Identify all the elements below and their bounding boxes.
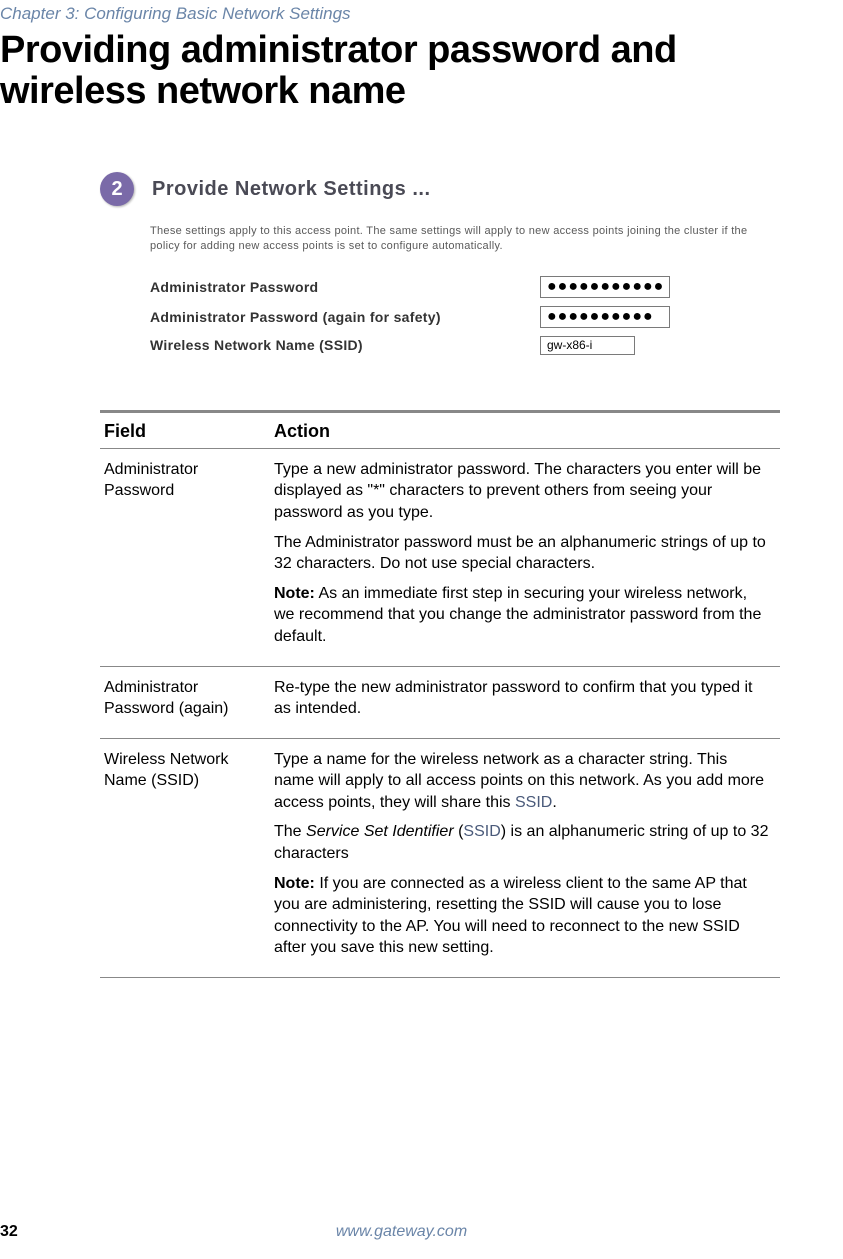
note-label: Note: [274,875,315,892]
note-label: Note: [274,585,315,602]
chapter-heading: Chapter 3: Configuring Basic Network Set… [0,0,803,24]
page-title: Providing administrator password and wir… [0,30,803,112]
table-cell-action: Re-type the new administrator password t… [270,666,780,738]
table-header-row: Field Action [100,411,780,448]
action-text-part: ( [454,823,464,840]
table-cell-action: Type a new administrator password. The c… [270,448,780,666]
page-number: 32 [0,1223,18,1241]
table-cell-field: Administrator Password [100,448,270,666]
ssi-italic: Service Set Identifier [306,823,454,840]
table-row: Administrator Password (again) Re-type t… [100,666,780,738]
step-description: These settings apply to this access poin… [150,224,760,254]
action-note: Note: If you are connected as a wireless… [274,873,770,959]
table-header-field: Field [100,411,270,448]
table-cell-field: Wireless Network Name (SSID) [100,738,270,977]
action-text: The Administrator password must be an al… [274,532,770,575]
field-reference-table: Field Action Administrator Password Type… [100,410,780,978]
action-text-part: The [274,823,306,840]
table-header-action: Action [270,411,780,448]
admin-password-input[interactable] [540,276,670,298]
ssid-row: Wireless Network Name (SSID) [150,336,760,355]
table-row: Administrator Password Type a new admini… [100,448,780,666]
admin-password-again-input[interactable] [540,306,670,328]
page-footer: 32 www.gateway.com [0,1223,803,1241]
note-text: As an immediate first step in securing y… [274,585,761,645]
admin-password-again-label: Administrator Password (again for safety… [150,309,540,325]
action-text: The Service Set Identifier (SSID) is an … [274,821,770,864]
step-number-badge: 2 [100,172,134,206]
ssid-term: SSID [515,794,552,811]
action-text-part: . [552,794,556,811]
action-note: Note: As an immediate first step in secu… [274,583,770,648]
admin-password-label: Administrator Password [150,279,540,295]
table-row: Wireless Network Name (SSID) Type a name… [100,738,780,977]
table-cell-action: Type a name for the wireless network as … [270,738,780,977]
network-settings-panel: 2 Provide Network Settings ... These set… [100,172,760,355]
footer-site: www.gateway.com [336,1223,467,1241]
ssid-input[interactable] [540,336,635,355]
action-text: Type a new administrator password. The c… [274,459,770,524]
ssid-term: SSID [463,823,500,840]
step-heading: Provide Network Settings ... [152,178,431,201]
admin-password-row: Administrator Password [150,276,760,298]
action-text: Type a name for the wireless network as … [274,749,770,814]
ssid-label: Wireless Network Name (SSID) [150,337,540,353]
table-cell-field: Administrator Password (again) [100,666,270,738]
action-text: Re-type the new administrator password t… [274,677,770,720]
admin-password-again-row: Administrator Password (again for safety… [150,306,760,328]
note-text: If you are connected as a wireless clien… [274,875,747,957]
